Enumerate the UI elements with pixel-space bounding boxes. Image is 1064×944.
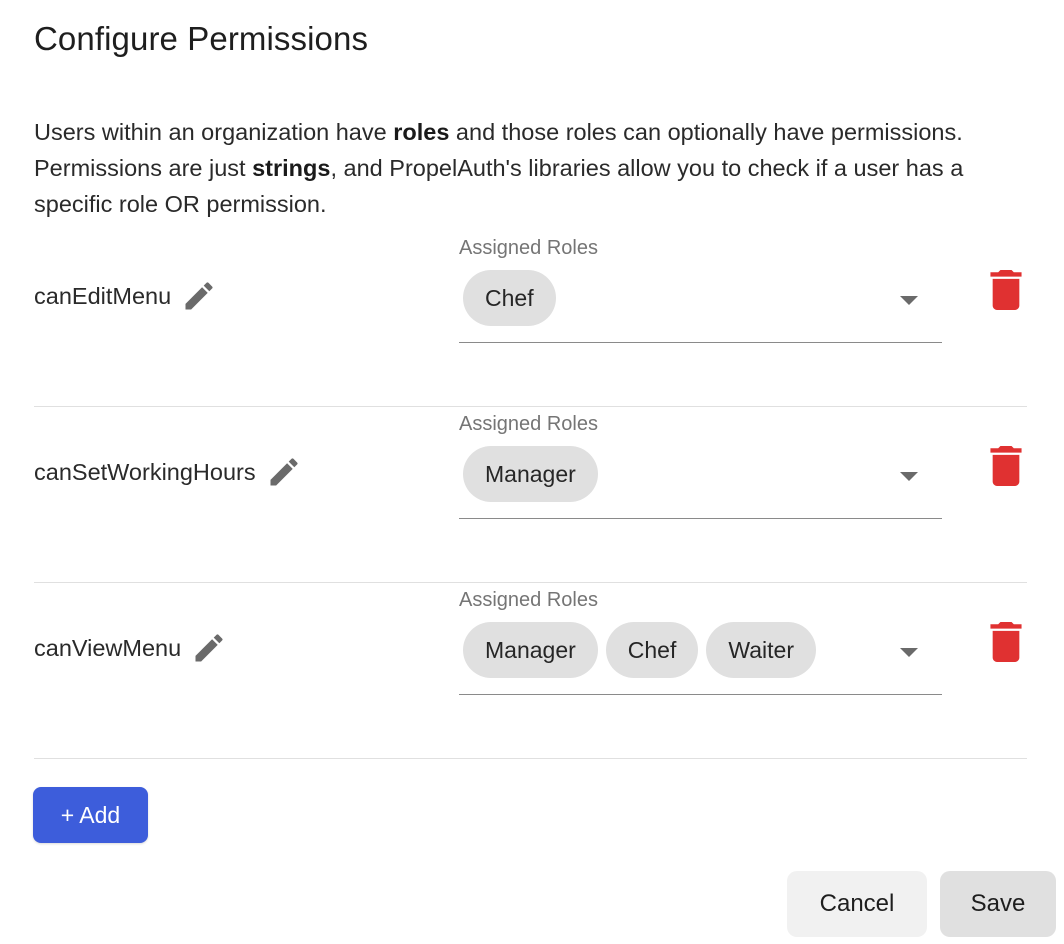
caret-down-icon[interactable] — [900, 648, 918, 657]
assigned-roles-select[interactable]: Chef — [459, 270, 942, 343]
cancel-button[interactable]: Cancel — [787, 871, 927, 937]
permission-name-text: canSetWorkingHours — [34, 458, 256, 485]
pencil-icon[interactable] — [191, 630, 227, 666]
permission-name-text: canViewMenu — [34, 634, 182, 661]
permission-name: canSetWorkingHours — [34, 454, 302, 490]
assigned-roles-label: Assigned Roles — [459, 589, 598, 611]
role-chip[interactable]: Chef — [605, 622, 699, 678]
role-chip[interactable]: Waiter — [706, 622, 816, 678]
trash-icon[interactable] — [989, 446, 1023, 486]
role-chip[interactable]: Manager — [463, 622, 598, 678]
description-bold-roles: roles — [393, 119, 450, 145]
pencil-icon[interactable] — [181, 278, 217, 314]
caret-down-icon[interactable] — [900, 296, 918, 305]
assigned-roles-select[interactable]: Manager Chef Waiter — [459, 622, 942, 695]
permission-name: canEditMenu — [34, 278, 217, 314]
role-chip[interactable]: Manager — [463, 446, 598, 502]
role-chips: Manager — [463, 446, 598, 502]
permission-name-text: canEditMenu — [34, 282, 172, 309]
add-permission-button[interactable]: + Add — [33, 787, 148, 843]
dialog-title: Configure Permissions — [34, 20, 369, 57]
permission-row: canEditMenu Assigned Roles Chef — [34, 230, 1027, 407]
assigned-roles-label: Assigned Roles — [459, 413, 598, 435]
permission-row: canSetWorkingHours Assigned Roles Manage… — [34, 406, 1027, 583]
trash-icon[interactable] — [989, 270, 1023, 310]
assigned-roles-field: Assigned Roles Manager — [459, 406, 942, 536]
configure-permissions-dialog: Configure Permissions Users within an or… — [0, 0, 1064, 944]
assigned-roles-select[interactable]: Manager — [459, 446, 942, 519]
role-chip[interactable]: Chef — [463, 270, 556, 326]
permission-row: canViewMenu Assigned Roles Manager Chef … — [34, 582, 1027, 759]
caret-down-icon[interactable] — [900, 472, 918, 481]
role-chips: Manager Chef Waiter — [463, 622, 816, 678]
assigned-roles-field: Assigned Roles Chef — [459, 230, 942, 360]
dialog-description: Users within an organization have roles … — [34, 114, 994, 222]
save-button[interactable]: Save — [940, 871, 1056, 937]
assigned-roles-field: Assigned Roles Manager Chef Waiter — [459, 582, 942, 712]
trash-icon[interactable] — [989, 622, 1023, 662]
description-text: Users within an organization have — [34, 119, 394, 145]
description-bold-strings: strings — [252, 155, 331, 181]
pencil-icon[interactable] — [266, 454, 302, 490]
assigned-roles-label: Assigned Roles — [459, 237, 598, 259]
permission-name: canViewMenu — [34, 630, 227, 666]
role-chips: Chef — [463, 270, 556, 326]
